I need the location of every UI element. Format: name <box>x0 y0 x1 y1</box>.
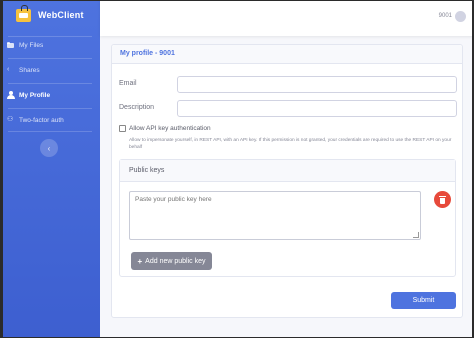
sidebar-divider <box>8 58 92 59</box>
topbar: 9001 <box>100 0 474 36</box>
brand[interactable]: WebClient <box>0 0 100 36</box>
user-icon <box>7 91 15 99</box>
api-key-help-text: Allow to impersonate yourself, in REST A… <box>129 138 452 150</box>
topbar-user-name[interactable]: 9001 <box>439 13 452 19</box>
sidebar-item-my-files[interactable]: My Files <box>0 37 100 53</box>
sidebar-divider <box>8 131 92 132</box>
add-public-key-button[interactable]: + Add new public key <box>131 252 212 270</box>
share-icon: ‹ <box>7 66 10 73</box>
email-field[interactable] <box>177 76 457 93</box>
allow-api-key-checkbox[interactable] <box>119 125 126 132</box>
description-label: Description <box>119 104 155 111</box>
folder-icon <box>7 41 15 49</box>
description-field[interactable] <box>177 100 457 117</box>
add-public-key-label: Add new public key <box>145 257 206 265</box>
sidebar-item-label: Two-factor auth <box>19 116 64 124</box>
sidebar-divider <box>8 108 92 109</box>
submit-button[interactable]: Submit <box>391 292 456 309</box>
public-keys-header: Public keys <box>120 160 455 182</box>
users-icon: ⚇ <box>7 116 14 123</box>
public-keys-title: Public keys <box>129 167 165 174</box>
brand-name: WebClient <box>38 10 84 20</box>
briefcase-icon <box>16 5 31 22</box>
profile-card: My profile - 9001 Email Description Allo… <box>111 44 463 318</box>
avatar[interactable] <box>455 11 466 22</box>
chevron-left-icon: ‹ <box>47 143 51 153</box>
sidebar-item-label: My Profile <box>19 91 51 99</box>
delete-public-key-button[interactable] <box>434 191 451 208</box>
profile-card-header: My profile - 9001 <box>112 45 462 64</box>
sidebar-item-label: Shares <box>19 66 40 74</box>
plus-icon: + <box>137 256 143 266</box>
sidebar-toggle-button[interactable]: ‹ <box>40 139 58 157</box>
email-label: Email <box>119 80 137 87</box>
public-key-textarea[interactable] <box>129 191 421 240</box>
resize-handle-icon[interactable] <box>413 232 419 238</box>
allow-api-key-label[interactable]: Allow API key authentication <box>129 125 211 132</box>
sidebar-item-shares[interactable]: ‹ Shares <box>0 62 100 78</box>
sidebar-item-label: My Files <box>19 41 44 49</box>
sidebar-item-two-factor-auth[interactable]: ⚇ Two-factor auth <box>0 112 100 128</box>
trash-icon <box>439 195 446 204</box>
page-title: My profile - 9001 <box>120 50 175 57</box>
sidebar-divider <box>8 83 92 84</box>
sidebar-item-my-profile[interactable]: My Profile <box>0 87 100 103</box>
sidebar: WebClient My Files ‹ Shares My Profile ⚇… <box>0 0 100 338</box>
